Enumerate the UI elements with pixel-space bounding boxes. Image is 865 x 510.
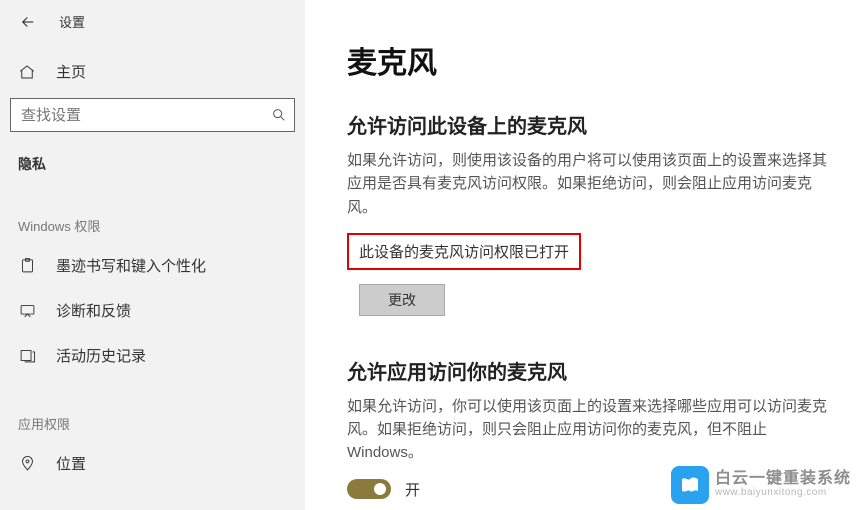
sidebar-item-activity[interactable]: 活动历史记录 bbox=[0, 333, 305, 378]
category-title: 隐私 bbox=[0, 132, 305, 180]
main-content: 麦克风 允许访问此设备上的麦克风 如果允许访问，则使用该设备的用户将可以使用该页… bbox=[305, 0, 865, 510]
search-input[interactable] bbox=[10, 98, 295, 132]
sidebar-item-label: 墨迹书写和键入个性化 bbox=[56, 255, 206, 276]
clipboard-icon bbox=[18, 257, 36, 274]
toggle-label: 开 bbox=[405, 479, 420, 500]
toggle-knob bbox=[374, 483, 386, 495]
watermark: 白云一键重装系统 www.baiyunxitong.com bbox=[671, 466, 851, 504]
back-button[interactable] bbox=[11, 5, 45, 39]
section-permissions-label: Windows 权限 bbox=[0, 180, 305, 243]
activity-icon bbox=[18, 347, 36, 364]
section2-title: 允许应用访问你的麦克风 bbox=[347, 356, 845, 385]
section-app-label: 应用权限 bbox=[0, 378, 305, 441]
watermark-line1: 白云一键重装系统 bbox=[715, 471, 851, 488]
window-title: 设置 bbox=[59, 12, 85, 31]
location-icon bbox=[18, 455, 36, 472]
device-mic-status: 此设备的麦克风访问权限已打开 bbox=[347, 233, 581, 270]
sidebar-item-label: 诊断和反馈 bbox=[56, 300, 131, 321]
sidebar-item-label: 位置 bbox=[56, 453, 86, 474]
sidebar-item-location[interactable]: 位置 bbox=[0, 441, 305, 486]
home-link[interactable]: 主页 bbox=[0, 51, 305, 92]
section1-title: 允许访问此设备上的麦克风 bbox=[347, 110, 845, 139]
arrow-left-icon bbox=[19, 13, 37, 31]
section2-desc: 如果允许访问，你可以使用该页面上的设置来选择哪些应用可以访问麦克风。如果拒绝访问… bbox=[347, 395, 827, 465]
feedback-icon bbox=[18, 302, 36, 319]
sidebar-item-label: 活动历史记录 bbox=[56, 345, 146, 366]
sidebar-item-inking[interactable]: 墨迹书写和键入个性化 bbox=[0, 243, 305, 288]
section1-desc: 如果允许访问，则使用该设备的用户将可以使用该页面上的设置来选择其应用是否具有麦克… bbox=[347, 149, 827, 219]
page-title: 麦克风 bbox=[347, 38, 845, 82]
change-button[interactable]: 更改 bbox=[359, 284, 445, 316]
app-mic-toggle[interactable] bbox=[347, 479, 391, 499]
watermark-line2: www.baiyunxitong.com bbox=[715, 488, 851, 499]
sidebar: 设置 主页 隐私 Windows 权限 墨迹书写和键入个性化 bbox=[0, 0, 305, 510]
watermark-icon bbox=[671, 466, 709, 504]
home-label: 主页 bbox=[56, 61, 86, 82]
search-wrap bbox=[10, 98, 295, 132]
search-icon bbox=[271, 107, 287, 123]
sidebar-item-diagnostics[interactable]: 诊断和反馈 bbox=[0, 288, 305, 333]
title-bar: 设置 bbox=[0, 0, 305, 43]
home-icon bbox=[18, 63, 36, 81]
